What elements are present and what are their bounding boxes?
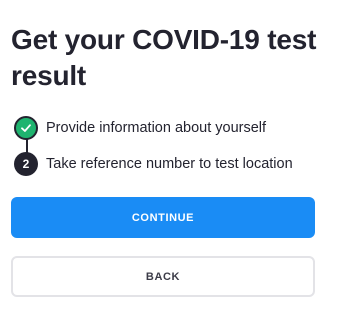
continue-button[interactable]: CONTINUE <box>11 197 315 238</box>
progress-steps: Provide information about yourself 2 Tak… <box>14 116 334 176</box>
covid-result-screen: Get your COVID-19 test result Provide in… <box>0 0 338 320</box>
back-button[interactable]: BACK <box>11 256 315 297</box>
step-number-badge: 2 <box>14 152 38 176</box>
step-label: Provide information about yourself <box>46 120 267 136</box>
step-label: Take reference number to test location <box>46 156 293 172</box>
step-provide-information: Provide information about yourself <box>14 116 266 140</box>
check-icon <box>14 116 38 140</box>
step-take-reference-number: 2 Take reference number to test location <box>14 152 293 176</box>
page-title: Get your COVID-19 test result <box>11 24 317 91</box>
